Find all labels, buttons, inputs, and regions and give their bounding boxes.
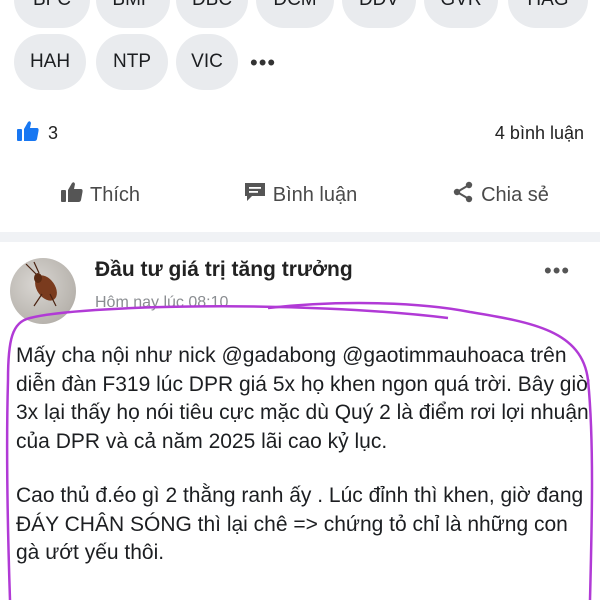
like-button-label: Thích <box>89 183 141 206</box>
ticker-chip[interactable]: DDV <box>342 0 416 28</box>
feed-separator <box>0 232 600 242</box>
ticker-label: VIC <box>191 51 223 72</box>
more-tickers-button[interactable]: ••• <box>250 50 276 76</box>
post-options-button[interactable]: ••• <box>544 258 570 284</box>
ticker-chip[interactable]: HAG <box>508 0 588 28</box>
ticker-chip[interactable]: DCM <box>256 0 334 28</box>
ticker-chip[interactable]: VIC <box>176 34 238 90</box>
ticker-chip[interactable]: NTP <box>96 34 168 90</box>
ticker-label: DDV <box>359 0 399 11</box>
cockroach-avatar-image <box>25 261 57 307</box>
share-icon <box>451 180 475 210</box>
like-button[interactable]: Thích <box>0 170 200 220</box>
share-button[interactable]: Chia sẻ <box>400 170 600 220</box>
ticker-label: GVR <box>440 0 481 11</box>
previous-post-footer: BFC BMP DBC DCM DDV GVR HAG HAH NTP VIC … <box>0 0 600 232</box>
like-count: 3 <box>48 122 59 143</box>
post-action-bar: Thích Bình luận Chia sẻ <box>0 170 600 220</box>
author-avatar[interactable] <box>10 258 76 324</box>
ticker-chip[interactable]: BMP <box>96 0 170 28</box>
comment-button[interactable]: Bình luận <box>200 170 400 220</box>
ticker-chip[interactable]: DBC <box>176 0 248 28</box>
ticker-chip[interactable]: BFC <box>14 0 90 28</box>
ticker-label: HAG <box>527 0 568 11</box>
ticker-label: BMP <box>112 0 153 11</box>
ticker-label: BFC <box>33 0 71 11</box>
comment-icon <box>243 181 267 209</box>
thumbs-up-icon <box>60 181 84 209</box>
ticker-chip[interactable]: GVR <box>424 0 498 28</box>
share-button-label: Chia sẻ <box>481 183 549 206</box>
ticker-chip[interactable]: HAH <box>14 34 86 90</box>
post-paragraph: Cao thủ đ.éo gì 2 thằng ranh ấy . Lúc đỉ… <box>16 484 584 564</box>
post-timestamp[interactable]: Hôm nay lúc 08:10 <box>95 294 228 312</box>
post-body: Mấy cha nội như nick @gadabong @gaotimma… <box>16 342 594 568</box>
comment-button-label: Bình luận <box>272 183 358 206</box>
like-reaction-icon <box>16 120 40 147</box>
reaction-stats: 3 4 bình luận <box>16 118 584 148</box>
ticker-label: NTP <box>113 51 151 72</box>
post-author-name[interactable]: Đầu tư giá trị tăng trưởng <box>95 258 353 282</box>
like-count-group[interactable]: 3 <box>16 120 58 147</box>
ticker-label: DBC <box>192 0 232 11</box>
ticker-label: HAH <box>29 51 71 72</box>
comment-count[interactable]: 4 bình luận <box>495 123 584 144</box>
post-paragraph: Mấy cha nội như nick @gadabong @gaotimma… <box>16 344 590 453</box>
ticker-label: DCM <box>273 0 316 11</box>
